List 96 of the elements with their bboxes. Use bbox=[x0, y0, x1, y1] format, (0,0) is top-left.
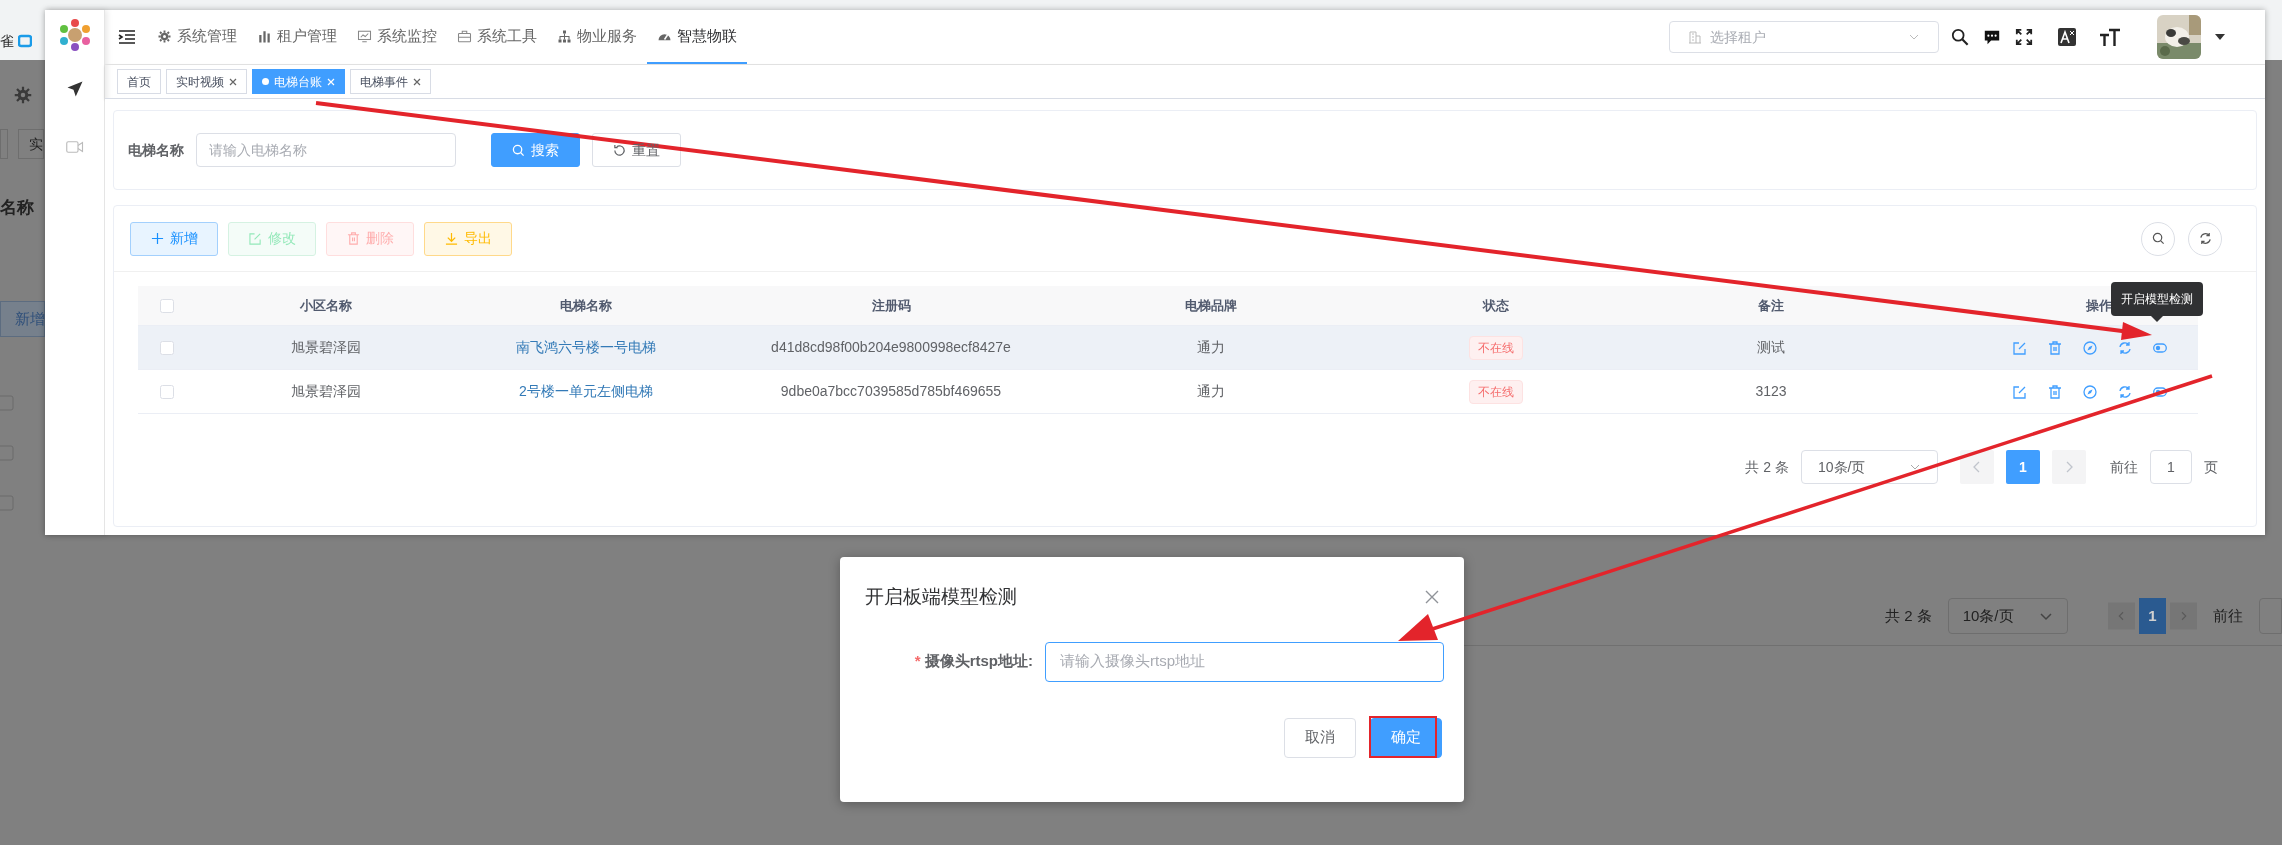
plus-icon bbox=[150, 232, 164, 245]
total-count: 共 2 条 bbox=[1885, 606, 1932, 626]
nav-item[interactable]: 智慧物联 bbox=[647, 10, 747, 64]
search-button[interactable]: 搜索 bbox=[491, 133, 580, 167]
rtsp-address-field[interactable]: 请输入摄像头rtsp地址 bbox=[1045, 641, 1444, 682]
field-label: 名称 bbox=[0, 197, 35, 219]
previous-page-button[interactable] bbox=[1960, 450, 1994, 484]
tab-label[interactable]: 实 bbox=[18, 129, 44, 159]
nav-item[interactable]: 物业服务 bbox=[547, 10, 647, 64]
toggle-icon[interactable] bbox=[2153, 384, 2167, 399]
add-button[interactable]: 新增 bbox=[130, 221, 218, 256]
translate-icon[interactable] bbox=[2057, 27, 2077, 47]
refresh-icon[interactable] bbox=[2118, 340, 2132, 355]
tab[interactable]: 首页 bbox=[117, 69, 161, 94]
bookmark-icon bbox=[18, 34, 32, 48]
tooltip: 开启模型检测 bbox=[2111, 282, 2203, 316]
trash-icon bbox=[346, 232, 360, 245]
goto-label: 前往 bbox=[2212, 606, 2243, 626]
page-unit-label: 页 bbox=[2204, 457, 2218, 477]
status-tag: 不在线 bbox=[1469, 335, 1523, 360]
reset-icon bbox=[613, 143, 626, 157]
table-cell-text: 旭景碧泽园 bbox=[291, 338, 361, 357]
monitor-icon bbox=[357, 28, 372, 44]
compass-icon[interactable] bbox=[2083, 340, 2097, 355]
search-icon[interactable] bbox=[1951, 28, 1969, 46]
cancel-button[interactable]: 取消 bbox=[1284, 717, 1356, 758]
page-button[interactable]: 1 bbox=[2006, 450, 2040, 484]
toolbox-icon bbox=[457, 28, 472, 44]
caret-icon[interactable] bbox=[2215, 34, 2225, 40]
tab[interactable]: 实时视频 bbox=[166, 69, 247, 94]
building-icon bbox=[1688, 30, 1702, 44]
column-header: 操作 bbox=[2086, 296, 2112, 315]
column-header: 电梯名称 bbox=[560, 296, 612, 315]
table-cell-text: 通力 bbox=[1197, 382, 1225, 401]
goto-label: 前往 bbox=[2110, 457, 2138, 477]
sitemap-icon bbox=[557, 28, 572, 44]
close-icon[interactable] bbox=[413, 77, 421, 86]
status-tag: 不在线 bbox=[1469, 379, 1523, 404]
bar-chart-icon bbox=[257, 28, 272, 44]
edit-icon[interactable] bbox=[2013, 340, 2027, 355]
table-row[interactable]: 旭景碧泽园 南飞鸿六号楼一号电梯 d41d8cd98f00b204e9800998ecf8427e 通力 不在线 测试 bbox=[138, 326, 2198, 370]
table-cell-text: 3123 bbox=[1755, 382, 1787, 401]
refresh-icon[interactable] bbox=[2118, 384, 2132, 399]
total-count: 共 2 条 bbox=[1745, 457, 1789, 477]
dialog-title: 开启板端模型检测 bbox=[865, 585, 1017, 609]
edit-icon bbox=[248, 232, 262, 245]
nav-item[interactable]: 系统监控 bbox=[347, 10, 447, 64]
nav-item[interactable]: 系统工具 bbox=[447, 10, 547, 64]
trash-icon[interactable] bbox=[2048, 384, 2062, 399]
column-header: 小区名称 bbox=[300, 296, 352, 315]
gear-icon bbox=[14, 86, 32, 104]
table-cell-text: 测试 bbox=[1757, 338, 1785, 357]
search-icon bbox=[2151, 232, 2165, 245]
video-camera-icon[interactable] bbox=[65, 140, 84, 154]
page-input[interactable]: 1 bbox=[2150, 450, 2192, 484]
elevator-link[interactable]: 2号楼一单元左侧电梯 bbox=[519, 381, 653, 402]
search-icon bbox=[512, 143, 525, 157]
column-header: 状态 bbox=[1483, 296, 1509, 315]
tab[interactable]: 电梯台账 bbox=[252, 69, 345, 94]
confirm-button[interactable]: 确定 bbox=[1370, 717, 1442, 758]
toggle-icon[interactable] bbox=[2153, 340, 2167, 355]
elevator-name-field[interactable]: 请输入电梯名称 bbox=[196, 133, 456, 167]
font-size-icon[interactable] bbox=[2099, 27, 2121, 47]
arrowhead-icon bbox=[1398, 614, 1438, 641]
close-icon[interactable] bbox=[1425, 590, 1439, 605]
field-label: * 摄像头rtsp地址: bbox=[913, 651, 1034, 672]
edit-icon[interactable] bbox=[2013, 384, 2027, 399]
page-button[interactable]: 1 bbox=[2138, 598, 2166, 634]
column-header: 注册码 bbox=[871, 296, 911, 315]
column-header: 备注 bbox=[1758, 296, 1784, 315]
gear-icon bbox=[157, 28, 172, 44]
tenant-select[interactable]: 选择租户 bbox=[1669, 21, 1939, 53]
elevator-link[interactable]: 南飞鸿六号楼一号电梯 bbox=[516, 337, 656, 358]
table-cell-text: 通力 bbox=[1197, 338, 1225, 357]
column-header: 电梯品牌 bbox=[1185, 296, 1237, 315]
chat-icon[interactable] bbox=[1983, 28, 2001, 46]
download-icon bbox=[444, 232, 458, 245]
menu-icon[interactable] bbox=[117, 27, 137, 47]
table-cell-text: d41d8cd98f00b204e9800998ecf8427e bbox=[771, 338, 1011, 357]
refresh-icon bbox=[2198, 232, 2212, 245]
compass-icon[interactable] bbox=[2083, 384, 2097, 399]
bookmark-label[interactable]: 雀 bbox=[0, 30, 14, 52]
fullscreen-icon[interactable] bbox=[2015, 28, 2033, 46]
trash-icon[interactable] bbox=[2048, 340, 2062, 355]
tab[interactable]: 电梯事件 bbox=[350, 69, 431, 94]
table-cell-text: 旭景碧泽园 bbox=[291, 382, 361, 401]
table-cell-text: 9dbe0a7bcc7039585d785bf469655 bbox=[780, 382, 1002, 401]
nav-item[interactable]: 租户管理 bbox=[247, 10, 347, 64]
tooltip-pointer-icon bbox=[2151, 316, 2163, 322]
field-label: 电梯名称 bbox=[128, 140, 184, 160]
page-size-select[interactable]: 10条/页 bbox=[1801, 450, 1938, 484]
nav-item[interactable]: 系统管理 bbox=[147, 10, 247, 64]
send-icon[interactable] bbox=[65, 80, 84, 98]
logo-icon[interactable] bbox=[57, 18, 92, 52]
close-icon[interactable] bbox=[229, 77, 237, 86]
page-size-select[interactable]: 10条/页 bbox=[1947, 598, 2068, 634]
